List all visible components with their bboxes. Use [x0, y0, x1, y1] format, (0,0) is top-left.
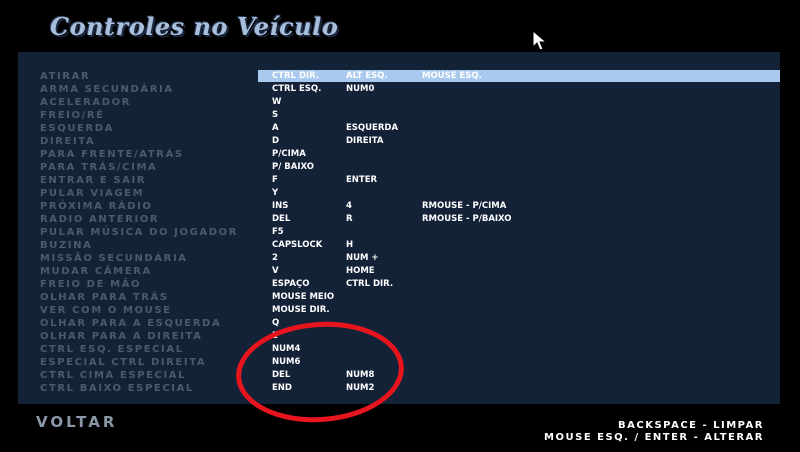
- control-label: MUDAR CÂMERA: [40, 266, 152, 277]
- control-label: DIREITA: [40, 136, 96, 147]
- key-binding-1[interactable]: 2: [272, 252, 278, 265]
- control-row[interactable]: RÁDIO ANTERIOR DEL R RMOUSE - P/BAIXO: [18, 213, 780, 226]
- control-label: ARMA SECUNDÁRIA: [40, 84, 174, 95]
- key-binding-2[interactable]: ESQUERDA: [346, 122, 398, 135]
- key-binding-1[interactable]: CTRL DIR.: [272, 70, 319, 83]
- control-row[interactable]: OLHAR PARA A ESQUERDA Q: [18, 317, 780, 330]
- control-label: FREIO DE MÃO: [40, 279, 142, 290]
- control-row[interactable]: FREIO/RÉ S: [18, 109, 780, 122]
- key-binding-1[interactable]: W: [272, 96, 281, 109]
- key-binding-3[interactable]: RMOUSE - P/BAIXO: [422, 213, 512, 226]
- control-row[interactable]: PULAR VIAGEM Y: [18, 187, 780, 200]
- control-label: PARA TRÁS/CIMA: [40, 162, 158, 173]
- control-label: VER COM O MOUSE: [40, 305, 172, 316]
- screen-title: Controles no Veículo: [50, 12, 339, 41]
- control-label: PULAR VIAGEM: [40, 188, 145, 199]
- key-binding-1[interactable]: P/CIMA: [272, 148, 306, 161]
- control-label: MISSÃO SECUNDÁRIA: [40, 253, 188, 264]
- key-binding-3[interactable]: MOUSE ESQ.: [422, 70, 482, 83]
- key-binding-1[interactable]: A: [272, 122, 279, 135]
- key-binding-1[interactable]: DEL: [272, 213, 290, 226]
- control-row[interactable]: PARA FRENTE/ATRÁS P/CIMA: [18, 148, 780, 161]
- control-row[interactable]: ENTRAR E SAIR F ENTER: [18, 174, 780, 187]
- control-label: PRÓXIMA RÁDIO: [40, 201, 153, 212]
- control-row[interactable]: ACELERADOR W: [18, 96, 780, 109]
- control-row[interactable]: FREIO DE MÃO ESPAÇO CTRL DIR.: [18, 278, 780, 291]
- control-label: OLHAR PARA A ESQUERDA: [40, 318, 222, 329]
- control-label: CTRL ESQ. ESPECIAL: [40, 344, 184, 355]
- control-label: RÁDIO ANTERIOR: [40, 214, 160, 225]
- key-binding-1[interactable]: F5: [272, 226, 284, 239]
- control-label: ESQUERDA: [40, 123, 115, 134]
- key-binding-1[interactable]: MOUSE MEIO: [272, 291, 334, 304]
- control-row[interactable]: ARMA SECUNDÁRIA CTRL ESQ. NUM0: [18, 83, 780, 96]
- key-binding-2[interactable]: ALT ESQ.: [346, 70, 388, 83]
- key-binding-1[interactable]: MOUSE DIR.: [272, 304, 330, 317]
- key-binding-1[interactable]: D: [272, 135, 279, 148]
- key-binding-2[interactable]: NUM0: [346, 83, 374, 96]
- control-row[interactable]: MUDAR CÂMERA V HOME: [18, 265, 780, 278]
- control-row[interactable]: VER COM O MOUSE MOUSE DIR.: [18, 304, 780, 317]
- key-binding-1[interactable]: INS: [272, 200, 288, 213]
- control-row[interactable]: OLHAR PARA A DIREITA E: [18, 330, 780, 343]
- key-binding-2[interactable]: R: [346, 213, 353, 226]
- control-row[interactable]: BUZINA CAPSLOCK H: [18, 239, 780, 252]
- control-label: FREIO/RÉ: [40, 110, 105, 121]
- key-binding-3[interactable]: RMOUSE - P/CIMA: [422, 200, 506, 213]
- control-label: BUZINA: [40, 240, 93, 251]
- control-label: PARA FRENTE/ATRÁS: [40, 149, 184, 160]
- key-binding-2[interactable]: DIREITA: [346, 135, 383, 148]
- key-binding-2[interactable]: 4: [346, 200, 352, 213]
- control-label: ACELERADOR: [40, 97, 132, 108]
- hint-change: MOUSE ESQ. / ENTER - ALTERAR: [544, 432, 764, 443]
- key-binding-2[interactable]: NUM +: [346, 252, 379, 265]
- control-row[interactable]: PRÓXIMA RÁDIO INS 4 RMOUSE - P/CIMA: [18, 200, 780, 213]
- control-row[interactable]: DIREITA D DIREITA: [18, 135, 780, 148]
- control-label: PULAR MÚSICA DO JOGADOR: [40, 227, 239, 238]
- control-row[interactable]: PULAR MÚSICA DO JOGADOR F5: [18, 226, 780, 239]
- key-binding-1[interactable]: ESPAÇO: [272, 278, 309, 291]
- key-binding-1[interactable]: Y: [272, 187, 278, 200]
- key-binding-1[interactable]: CTRL ESQ.: [272, 83, 321, 96]
- control-row[interactable]: ESQUERDA A ESQUERDA: [18, 122, 780, 135]
- control-label: CTRL BAIXO ESPECIAL: [40, 383, 194, 394]
- key-binding-1[interactable]: F: [272, 174, 278, 187]
- selection-highlight: [258, 70, 780, 82]
- control-row[interactable]: PARA TRÁS/CIMA P/ BAIXO: [18, 161, 780, 174]
- mouse-cursor-icon: [532, 30, 548, 51]
- control-label: ENTRAR E SAIR: [40, 175, 147, 186]
- key-binding-1[interactable]: P/ BAIXO: [272, 161, 314, 174]
- key-binding-1[interactable]: CAPSLOCK: [272, 239, 322, 252]
- key-binding-1[interactable]: V: [272, 265, 279, 278]
- control-row[interactable]: OLHAR PARA TRÁS MOUSE MEIO: [18, 291, 780, 304]
- control-row[interactable]: MISSÃO SECUNDÁRIA 2 NUM +: [18, 252, 780, 265]
- key-binding-2[interactable]: CTRL DIR.: [346, 278, 393, 291]
- control-label: OLHAR PARA TRÁS: [40, 292, 169, 303]
- key-binding-1[interactable]: S: [272, 109, 278, 122]
- key-binding-1[interactable]: Q: [272, 317, 279, 330]
- hint-clear: BACKSPACE - LIMPAR: [618, 420, 764, 431]
- control-row[interactable]: ATIRAR CTRL DIR. ALT ESQ. MOUSE ESQ.: [18, 70, 780, 83]
- control-label: ATIRAR: [40, 71, 91, 82]
- control-label: OLHAR PARA A DIREITA: [40, 331, 203, 342]
- key-binding-2[interactable]: ENTER: [346, 174, 377, 187]
- back-button[interactable]: VOLTAR: [36, 413, 117, 431]
- key-binding-2[interactable]: HOME: [346, 265, 375, 278]
- key-binding-2[interactable]: H: [346, 239, 353, 252]
- control-label: ESPECIAL CTRL DIREITA: [40, 357, 207, 368]
